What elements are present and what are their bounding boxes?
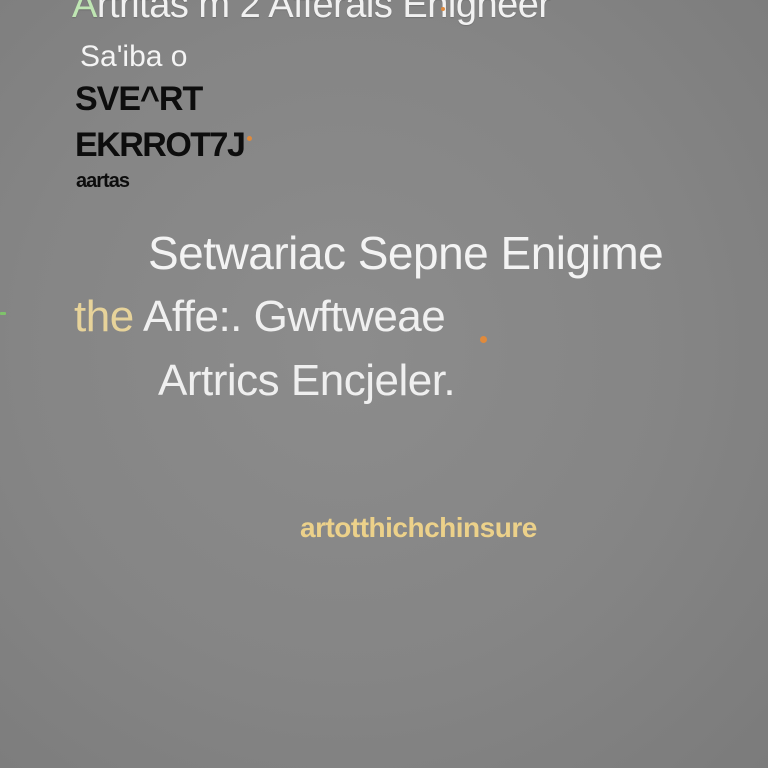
poster-canvas: { "lines": { "top_prefix": "A", "top_res… — [0, 0, 768, 768]
small-white-text: Sa'iba o — [80, 40, 188, 73]
top-heading: Artritas m 2 Afferais Enigneer — [72, 0, 551, 27]
main-text-line-1: Setwariac Sepne Enigime — [148, 227, 664, 279]
black-text-line-2: EKRROT7J — [75, 126, 246, 164]
gold-text-line: artotthichchinsure — [300, 512, 537, 543]
orange-dot — [441, 7, 445, 11]
green-edge-mark — [0, 312, 6, 315]
top-heading-rest: rtritas m 2 Afferais Enigneer — [96, 0, 551, 26]
black-text-line-1: SVE^RT — [75, 80, 203, 118]
orange-dot — [247, 136, 252, 141]
main-text-line-3: Artrics Encjeler. — [158, 356, 456, 405]
orange-dot — [480, 336, 487, 343]
top-heading-prefix: A — [72, 0, 97, 26]
main-text-line-2: the Affe:. Gwftweae — [74, 292, 446, 342]
main-text-line-2-gold: the — [74, 292, 134, 341]
main-text-line-2-rest: Affe:. Gwftweae — [133, 292, 446, 341]
black-text-line-3: aartas — [76, 170, 130, 192]
